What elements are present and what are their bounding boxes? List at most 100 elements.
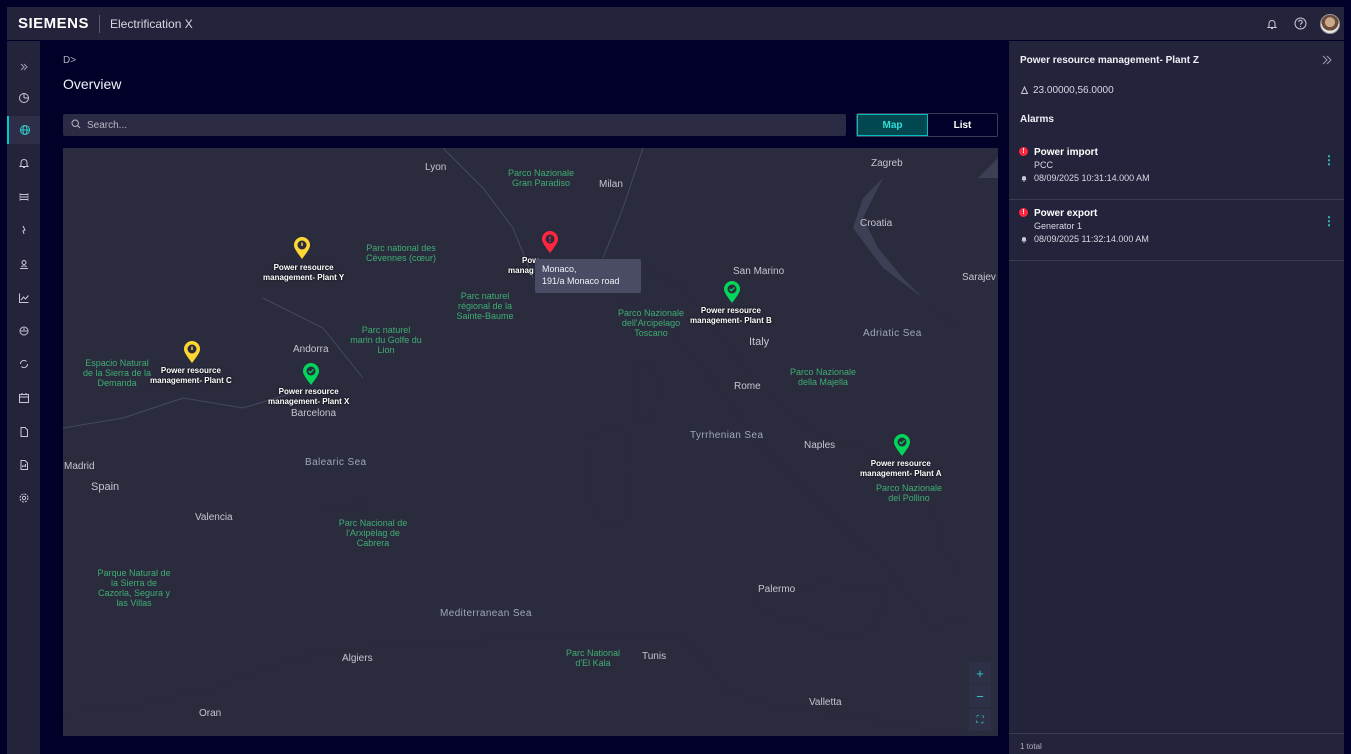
zoom-out-button[interactable]: − (969, 685, 991, 707)
sea-label: Tyrrhenian Sea (690, 430, 764, 441)
sea-label: Adriatic Sea (863, 328, 922, 339)
alarm-status-icon: ! (1019, 208, 1028, 217)
place-label: Madrid (64, 461, 95, 472)
ok-marker-icon[interactable] (301, 362, 321, 386)
map-canvas[interactable]: Lyon Milan Zagreb Croatia San Marino Sar… (63, 148, 998, 736)
park-label: Parco Nazionale Gran Paradiso (507, 168, 575, 188)
coordinates: 23.00000,56.0000 (1020, 85, 1114, 96)
park-label: Parco Nazionale del Pollino (875, 483, 943, 503)
alarm-status-icon: ! (1019, 147, 1028, 156)
collapse-panel-icon[interactable] (1320, 53, 1334, 67)
chart-icon[interactable] (7, 284, 40, 312)
search-input[interactable] (87, 119, 787, 131)
alarm-item[interactable]: ! Power export Generator 1 08/09/2025 11… (1009, 200, 1344, 261)
alarm-bell-icon[interactable] (7, 149, 40, 177)
plant-label[interactable]: Power resource management- Plant C (150, 366, 232, 386)
map-land (63, 148, 998, 736)
warning-marker-icon[interactable] (292, 236, 312, 260)
lightning-icon[interactable] (7, 216, 40, 244)
ok-marker-icon[interactable] (722, 280, 742, 304)
place-label: Zagreb (871, 158, 903, 169)
plant-label[interactable]: Pow manag (508, 256, 538, 276)
fullscreen-button[interactable]: ⛶ (969, 709, 991, 731)
nav-rail (7, 41, 40, 754)
place-label: Algiers (342, 653, 373, 664)
plant-label[interactable]: Power resource management- Plant A (860, 459, 942, 479)
place-label: Italy (749, 336, 770, 348)
bell-icon[interactable] (1264, 16, 1280, 32)
place-label: Valencia (195, 512, 233, 523)
map-view-button[interactable]: Map (857, 114, 928, 136)
park-label: Parc national des Cévennes (cœur) (365, 243, 437, 263)
main-content: D> Overview Map List (40, 41, 1008, 754)
page-title: Overview (63, 76, 122, 92)
document-icon[interactable] (7, 418, 40, 446)
place-label: Lyon (425, 162, 447, 173)
place-label: Spain (91, 481, 120, 493)
park-label: Parco Nazionale dell'Arcipelago Toscano (617, 308, 685, 338)
sea-label: Mediterranean Sea (440, 608, 532, 619)
header-actions (1264, 13, 1340, 34)
alarms-heading: Alarms (1020, 114, 1054, 125)
brand-logo: SIEMENS (18, 15, 90, 32)
park-label: Parc naturel régional de la Sainte-Baume (456, 291, 514, 321)
alarm-item[interactable]: ! Power import PCC 08/09/2025 10:31:14.0… (1009, 139, 1344, 200)
alarm-marker-icon[interactable] (540, 230, 560, 254)
globe-icon[interactable] (7, 116, 40, 144)
ok-marker-icon[interactable] (892, 433, 912, 457)
place-label: Oran (199, 708, 222, 719)
energy-cycle-icon[interactable] (7, 317, 40, 345)
park-label: Parc National d'El Kala (565, 648, 621, 668)
avatar[interactable] (1320, 13, 1340, 34)
plant-label[interactable]: Power resource management- Plant Y (263, 263, 344, 283)
panel-title: Power resource management- Plant Z (1020, 55, 1199, 66)
bell-icon (1021, 237, 1027, 243)
park-label: Parc Nacional de l'Arxipèlag de Cabrera (338, 518, 408, 548)
place-label: Tunis (642, 651, 667, 662)
user-location-icon[interactable] (7, 250, 40, 278)
place-label: Sarajev (962, 272, 996, 283)
report-icon[interactable] (7, 451, 40, 479)
calendar-icon[interactable] (7, 384, 40, 412)
park-label: Espacio Natural de la Sierra de la Deman… (82, 358, 152, 388)
detail-panel: Power resource management- Plant Z 23.00… (1009, 41, 1344, 754)
more-options-icon[interactable]: ⋮ (1323, 154, 1335, 166)
sea-label: Balearic Sea (305, 457, 367, 468)
place-label: Rome (734, 381, 761, 392)
place-label: San Marino (733, 266, 785, 277)
park-label: Parc naturel marin du Golfe du Lion (350, 325, 422, 355)
more-options-icon[interactable]: ⋮ (1323, 215, 1335, 227)
park-label: Parque Natural de la Sierra de Cazorla, … (97, 568, 171, 608)
zoom-in-button[interactable]: + (969, 662, 991, 684)
place-label: Barcelona (291, 408, 337, 419)
panel-footer: 1 total (1009, 733, 1344, 754)
place-label: Andorra (293, 344, 329, 355)
alarm-title: Power export (1034, 208, 1098, 219)
search-icon (71, 116, 81, 134)
plant-label[interactable]: Power resource management- Plant B (690, 306, 772, 326)
app-name: Electrification X (110, 16, 193, 31)
warning-marker-icon[interactable] (182, 340, 202, 364)
search-box[interactable] (63, 114, 846, 136)
layers-icon[interactable] (7, 183, 40, 211)
breadcrumb[interactable]: D> (63, 55, 76, 66)
place-label: Naples (804, 440, 836, 451)
place-label: Palermo (758, 584, 796, 595)
place-label: Milan (599, 179, 623, 190)
refresh-plug-icon[interactable] (7, 350, 40, 378)
alarm-timestamp: 08/09/2025 11:32:14.000 AM (1034, 234, 1149, 244)
list-view-button[interactable]: List (928, 114, 997, 136)
place-label: Valletta (809, 697, 842, 708)
expand-nav-icon[interactable] (7, 53, 40, 81)
dashboard-icon[interactable] (7, 84, 40, 112)
view-toggle: Map List (856, 113, 998, 137)
park-label: Parco Nazionale della Majella (789, 367, 857, 387)
location-tooltip: Monaco, 191/a Monaco road (535, 259, 641, 293)
top-bar: SIEMENS Electrification X (7, 7, 1344, 41)
coordinates-value: 23.00000,56.0000 (1033, 85, 1114, 96)
alarm-timestamp: 08/09/2025 10:31:14.000 AM (1034, 173, 1150, 183)
plant-label[interactable]: Power resource management- Plant X (268, 387, 349, 407)
help-icon[interactable] (1292, 16, 1308, 32)
bell-icon (1021, 176, 1027, 182)
settings-icon[interactable] (7, 484, 40, 512)
